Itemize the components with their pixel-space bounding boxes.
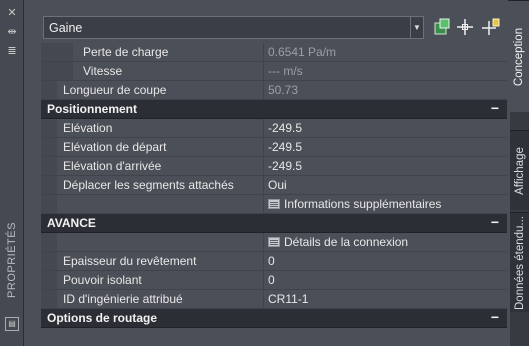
tab-affichage[interactable]: Affichage — [510, 130, 529, 210]
object-type-value: Gaine — [49, 21, 83, 35]
section-header-positionnement[interactable]: Positionnement − — [41, 100, 507, 119]
collapse-icon[interactable]: − — [491, 309, 499, 325]
property-row[interactable]: Elévation de départ -249.5 — [41, 138, 507, 157]
selector-row: Gaine ▼ — [41, 16, 507, 40]
collapse-icon[interactable]: − — [491, 100, 499, 116]
palette-settings-icon[interactable]: ≣ — [5, 44, 19, 58]
palette-tabs: Conception Affichage Données étendu... — [508, 0, 529, 346]
palette-title: PROPRIÉTÉS — [6, 222, 18, 298]
tab-donnees-etendues[interactable]: Données étendu... — [510, 212, 529, 312]
property-row[interactable]: Longueur de coupe 50.73 — [41, 81, 507, 100]
tab-conception[interactable]: Conception — [508, 0, 529, 112]
property-row[interactable]: Elévation -249.5 — [41, 119, 507, 138]
select-objects-icon[interactable] — [456, 18, 474, 36]
property-row[interactable]: Déplacer les segments attachés Oui — [41, 176, 507, 195]
chevron-down-icon[interactable]: ▼ — [410, 17, 423, 38]
customize-icon[interactable]: ▤ — [5, 317, 19, 331]
properties-panel: Gaine ▼ Perte de charge 0.6541 Pa/m Vite… — [24, 0, 510, 346]
connection-details-link[interactable]: Détails de la connexion — [268, 235, 408, 249]
property-row-link[interactable]: Détails de la connexion — [41, 233, 507, 252]
property-row[interactable]: Pouvoir isolant 0 — [41, 271, 507, 290]
quick-select-icon[interactable] — [433, 18, 451, 36]
collapse-icon[interactable]: − — [491, 214, 499, 230]
property-row-link[interactable]: Informations supplémentaires — [41, 195, 507, 214]
toggle-pickadd-icon[interactable] — [482, 18, 500, 36]
autohide-icon[interactable]: ⇹ — [5, 25, 19, 39]
document-icon — [268, 199, 280, 209]
document-icon — [268, 237, 280, 247]
property-row[interactable]: Epaisseur du revêtement 0 — [41, 252, 507, 271]
property-row[interactable]: Perte de charge 0.6541 Pa/m — [41, 43, 507, 62]
property-row[interactable]: ID d'ingénierie attribué CR11-1 — [41, 290, 507, 309]
section-header-avance[interactable]: AVANCE − — [41, 214, 507, 233]
close-icon[interactable]: ✕ — [5, 6, 19, 20]
section-header-routage[interactable]: Options de routage − — [41, 309, 507, 328]
additional-info-link[interactable]: Informations supplémentaires — [268, 197, 441, 211]
palette-side-strip: ✕ ⇹ ≣ PROPRIÉTÉS ▤ — [0, 0, 24, 346]
property-row[interactable]: Elévation d'arrivée -249.5 — [41, 157, 507, 176]
property-grid: Perte de charge 0.6541 Pa/m Vitesse --- … — [41, 43, 507, 328]
property-row[interactable]: Vitesse --- m/s — [41, 62, 507, 81]
object-type-dropdown[interactable]: Gaine ▼ — [43, 16, 424, 39]
